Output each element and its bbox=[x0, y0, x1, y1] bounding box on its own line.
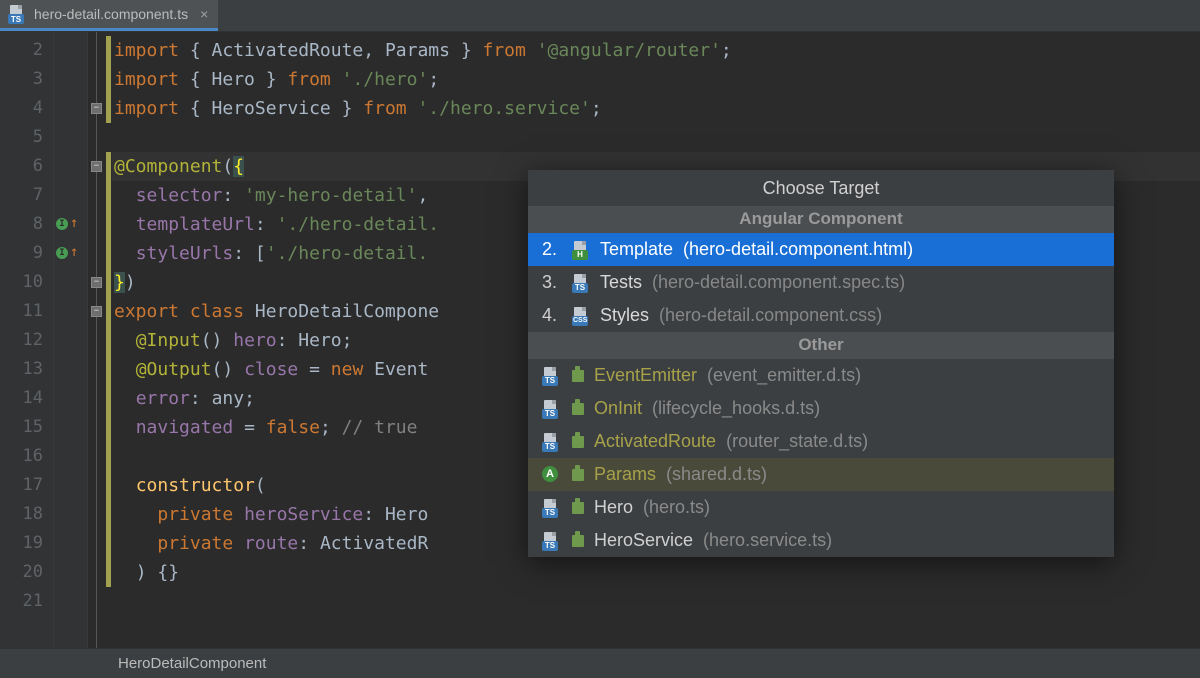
line-number: 10 bbox=[0, 268, 53, 297]
popup-item[interactable]: TS EventEmitter (event_emitter.d.ts) bbox=[528, 359, 1114, 392]
popup-title: Choose Target bbox=[528, 170, 1114, 206]
line-number: 14 bbox=[0, 384, 53, 413]
popup-section-header: Angular Component bbox=[528, 206, 1114, 233]
code-line[interactable]: import { Hero } from './hero'; bbox=[112, 65, 1200, 94]
navigatable-icon bbox=[572, 436, 584, 448]
navigatable-icon bbox=[572, 403, 584, 415]
line-number-gutter: 23456789101112131415161718192021 bbox=[0, 32, 54, 648]
ts-file-icon: TS bbox=[542, 400, 560, 418]
ts-file-icon: TS bbox=[8, 5, 26, 23]
ts-file-icon: TS bbox=[572, 274, 590, 292]
line-number: 18 bbox=[0, 500, 53, 529]
vcs-change-strip[interactable] bbox=[106, 152, 111, 587]
implements-gutter-icon[interactable]: I bbox=[56, 247, 68, 259]
css-file-icon: CSS bbox=[572, 307, 590, 325]
popup-item-label: OnInit bbox=[594, 398, 642, 419]
fold-toggle[interactable]: − bbox=[91, 103, 102, 114]
popup-item[interactable]: TS HeroService (hero.service.ts) bbox=[528, 524, 1114, 557]
line-number: 12 bbox=[0, 326, 53, 355]
ts-file-icon: TS bbox=[542, 367, 560, 385]
popup-item-sub: (event_emitter.d.ts) bbox=[707, 365, 861, 386]
popup-item[interactable]: A Params (shared.d.ts) bbox=[528, 458, 1114, 491]
line-number: 8 bbox=[0, 210, 53, 239]
angular-icon: A bbox=[542, 466, 560, 484]
popup-item[interactable]: 4. CSS Styles (hero-detail.component.css) bbox=[528, 299, 1114, 332]
editor-tab[interactable]: TS hero-detail.component.ts × bbox=[0, 0, 218, 31]
line-number: 9 bbox=[0, 239, 53, 268]
line-number: 19 bbox=[0, 529, 53, 558]
ts-file-icon: TS bbox=[542, 433, 560, 451]
line-number: 15 bbox=[0, 413, 53, 442]
line-number: 16 bbox=[0, 442, 53, 471]
navigatable-icon bbox=[572, 535, 584, 547]
choose-target-popup: Choose Target Angular Component 2. H Templa… bbox=[528, 170, 1114, 557]
popup-item[interactable]: TS ActivatedRoute (router_state.d.ts) bbox=[528, 425, 1114, 458]
popup-item-sub: (hero.ts) bbox=[643, 497, 710, 518]
popup-item[interactable]: TS Hero (hero.ts) bbox=[528, 491, 1114, 524]
navigatable-icon bbox=[572, 469, 584, 481]
line-number: 2 bbox=[0, 36, 53, 65]
ts-file-icon: TS bbox=[542, 532, 560, 550]
navigatable-icon bbox=[572, 370, 584, 382]
popup-item-sub: (hero-detail.component.html) bbox=[683, 239, 913, 260]
popup-item-sub: (hero-detail.component.spec.ts) bbox=[652, 272, 905, 293]
popup-item-label: Tests bbox=[600, 272, 642, 293]
popup-item-sub: (router_state.d.ts) bbox=[726, 431, 868, 452]
code-line[interactable]: import { ActivatedRoute, Params } from '… bbox=[112, 36, 1200, 65]
ts-file-icon: TS bbox=[542, 499, 560, 517]
html-file-icon: H bbox=[572, 241, 590, 259]
breadcrumb-bar[interactable]: HeroDetailComponent bbox=[0, 648, 1200, 678]
popup-item[interactable]: TS OnInit (lifecycle_hooks.d.ts) bbox=[528, 392, 1114, 425]
popup-item-number: 4. bbox=[542, 305, 562, 326]
popup-item-number: 2. bbox=[542, 239, 562, 260]
popup-item-number: 3. bbox=[542, 272, 562, 293]
line-number: 11 bbox=[0, 297, 53, 326]
fold-toggle[interactable]: − bbox=[91, 306, 102, 317]
popup-item-label: Params bbox=[594, 464, 656, 485]
popup-item-label: Styles bbox=[600, 305, 649, 326]
line-number: 4 bbox=[0, 94, 53, 123]
popup-item-label: ActivatedRoute bbox=[594, 431, 716, 452]
navigate-up-icon[interactable]: ↑ bbox=[70, 244, 78, 260]
fold-toggle[interactable]: − bbox=[91, 277, 102, 288]
code-line[interactable] bbox=[112, 587, 1200, 616]
breadcrumb-item[interactable]: HeroDetailComponent bbox=[118, 655, 266, 672]
tab-filename: hero-detail.component.ts bbox=[34, 6, 188, 22]
popup-item-label: Hero bbox=[594, 497, 633, 518]
code-line[interactable]: import { HeroService } from './hero.serv… bbox=[112, 94, 1200, 123]
popup-item-sub: (hero.service.ts) bbox=[703, 530, 832, 551]
navigate-up-icon[interactable]: ↑ bbox=[70, 215, 78, 231]
popup-item-sub: (lifecycle_hooks.d.ts) bbox=[652, 398, 820, 419]
line-number: 3 bbox=[0, 65, 53, 94]
popup-item-sub: (hero-detail.component.css) bbox=[659, 305, 882, 326]
line-number: 17 bbox=[0, 471, 53, 500]
navigatable-icon bbox=[572, 502, 584, 514]
popup-item-sub: (shared.d.ts) bbox=[666, 464, 767, 485]
popup-item[interactable]: 2. H Template (hero-detail.component.html) bbox=[528, 233, 1114, 266]
gutter-marks: I↑I↑ bbox=[54, 32, 88, 648]
line-number: 21 bbox=[0, 587, 53, 616]
popup-item-label: Template bbox=[600, 239, 673, 260]
tab-bar: TS hero-detail.component.ts × bbox=[0, 0, 1200, 32]
line-number: 20 bbox=[0, 558, 53, 587]
implements-gutter-icon[interactable]: I bbox=[56, 218, 68, 230]
code-line[interactable]: ) {} bbox=[112, 558, 1200, 587]
popup-item-label: HeroService bbox=[594, 530, 693, 551]
fold-column: − − − − bbox=[88, 32, 106, 648]
fold-toggle[interactable]: − bbox=[91, 161, 102, 172]
close-icon[interactable]: × bbox=[200, 6, 208, 22]
popup-section-header: Other bbox=[528, 332, 1114, 359]
line-number: 6 bbox=[0, 152, 53, 181]
popup-item-label: EventEmitter bbox=[594, 365, 697, 386]
popup-item[interactable]: 3. TS Tests (hero-detail.component.spec.ts… bbox=[528, 266, 1114, 299]
code-line[interactable] bbox=[112, 123, 1200, 152]
line-number: 7 bbox=[0, 181, 53, 210]
line-number: 5 bbox=[0, 123, 53, 152]
line-number: 13 bbox=[0, 355, 53, 384]
vcs-change-strip[interactable] bbox=[106, 36, 111, 123]
